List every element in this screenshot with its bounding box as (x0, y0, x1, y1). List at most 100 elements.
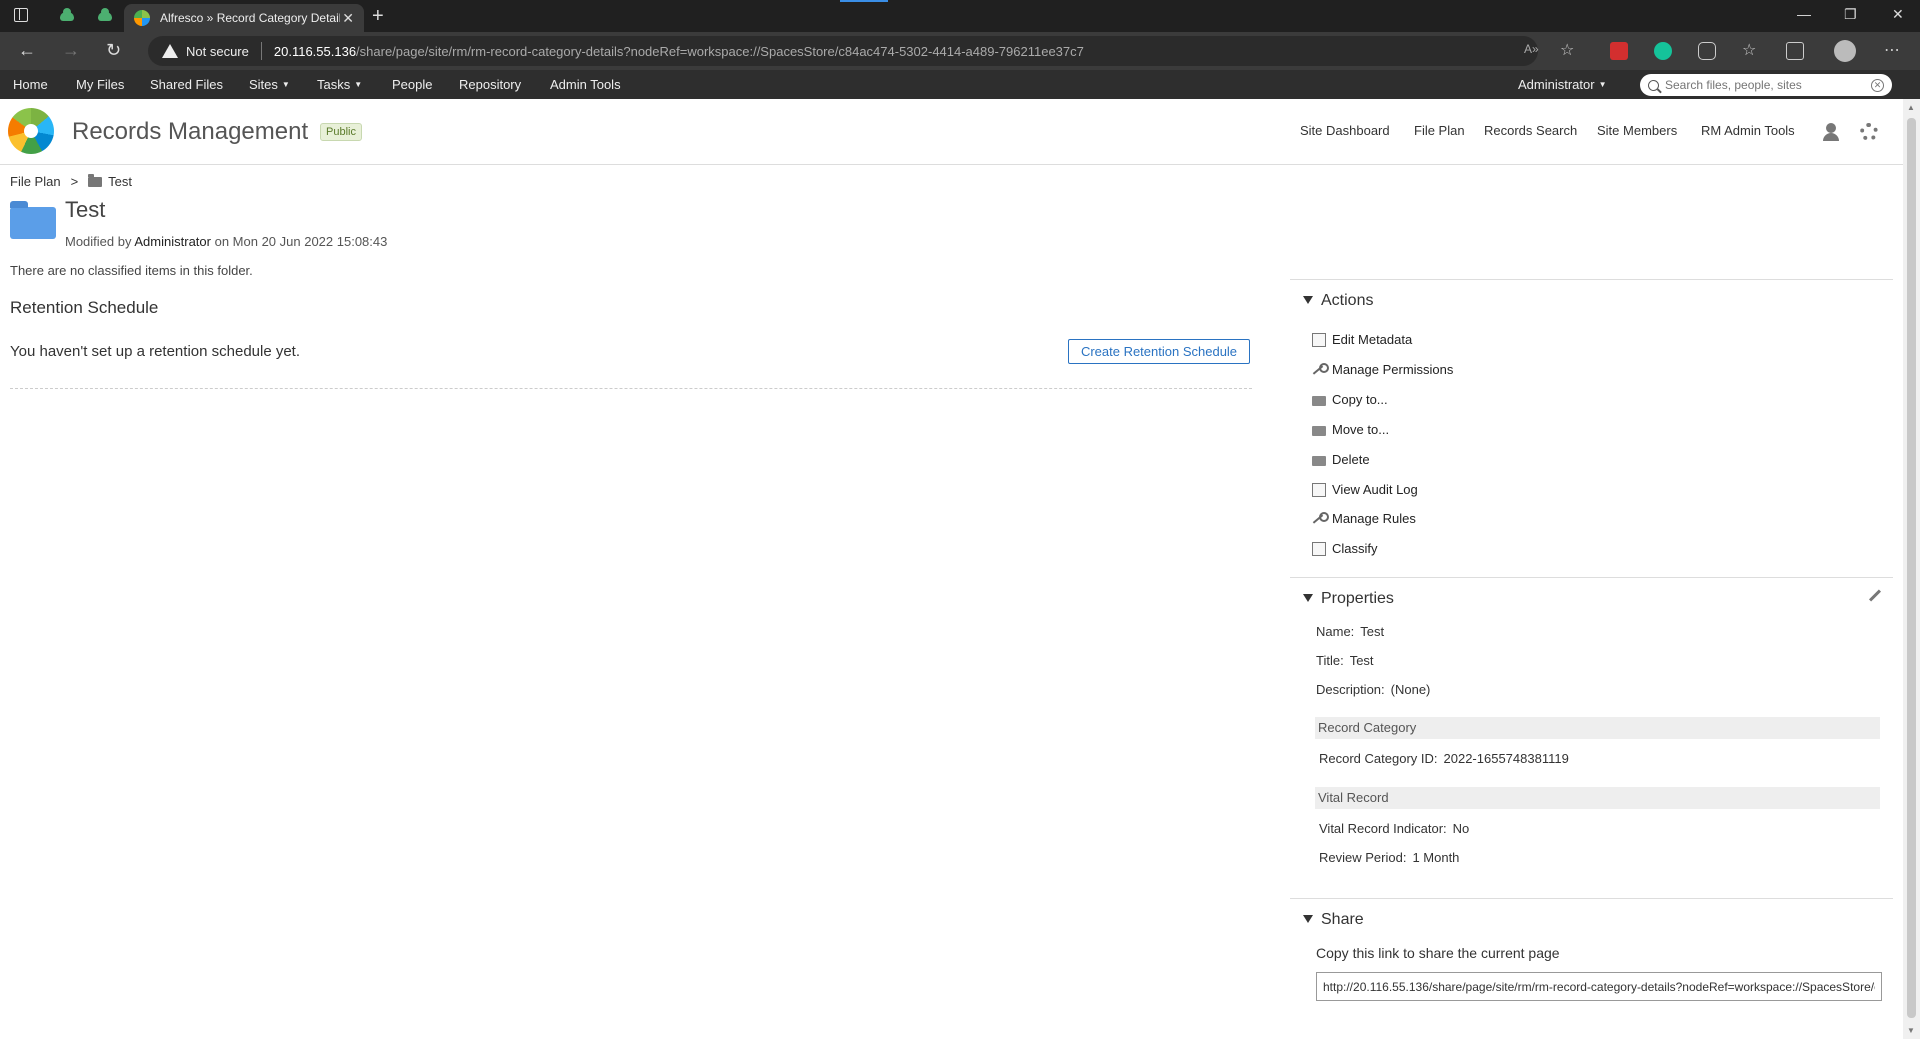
action-label: Delete (1332, 452, 1370, 467)
panel-divider (1290, 577, 1893, 578)
prop-value: Test (1360, 624, 1385, 639)
edit-metadata-icon (1312, 332, 1326, 347)
scroll-down-icon[interactable]: ▼ (1907, 1026, 1915, 1035)
profile-icon[interactable] (1834, 40, 1856, 62)
minimize-icon[interactable]: — (1797, 6, 1811, 22)
search-box[interactable]: ✕ (1640, 74, 1892, 96)
favorites-icon[interactable]: ☆ (1742, 40, 1756, 60)
grammarly-icon[interactable] (1654, 42, 1672, 60)
close-window-icon[interactable]: ✕ (1892, 6, 1904, 23)
create-retention-schedule-button[interactable]: Create Retention Schedule (1068, 339, 1250, 364)
search-input[interactable] (1665, 78, 1865, 92)
site-title[interactable]: Records Management (72, 118, 308, 146)
prop-review-period: Review Period: 1 Month (1319, 850, 1459, 865)
user-name: Administrator (1518, 77, 1595, 92)
action-move-to[interactable]: Move to... (1312, 422, 1389, 437)
action-copy-to[interactable]: Copy to... (1312, 392, 1388, 407)
url-bar[interactable]: Not secure 20.116.55.136 /share/page/sit… (148, 36, 1538, 66)
nav-my-files[interactable]: My Files (76, 70, 124, 99)
prop-label: Title: (1316, 653, 1344, 668)
retention-message: You haven't set up a retention schedule … (10, 343, 301, 360)
share-link-input[interactable] (1316, 972, 1882, 1001)
modified-by-link[interactable]: Administrator (134, 234, 211, 249)
prop-label: Record Category ID: (1319, 751, 1438, 766)
nav-shared-files[interactable]: Shared Files (150, 70, 223, 99)
refresh-icon[interactable]: ↻ (106, 40, 121, 60)
restore-icon[interactable]: ❐ (1844, 6, 1857, 23)
action-edit-metadata[interactable]: Edit Metadata (1312, 332, 1412, 347)
folder-icon (1312, 393, 1326, 407)
warning-icon (162, 44, 178, 58)
action-delete[interactable]: Delete (1312, 452, 1370, 467)
prop-record-category-id: Record Category ID: 2022-1655748381119 (1319, 751, 1569, 766)
folder-icon (88, 173, 103, 187)
action-manage-permissions[interactable]: Manage Permissions (1312, 362, 1453, 377)
breadcrumb-root[interactable]: File Plan (10, 174, 61, 189)
action-label: Edit Metadata (1332, 332, 1413, 347)
pinned-tab[interactable] (48, 4, 86, 28)
nav-tasks[interactable]: Tasks ▼ (317, 70, 362, 99)
caret-down-icon: ▼ (354, 80, 363, 89)
pinned-tab[interactable] (86, 4, 124, 28)
user-menu[interactable]: Administrator ▼ (1518, 70, 1607, 99)
alfresco-logo-icon[interactable] (8, 108, 54, 154)
menu-icon[interactable]: ⋯ (1884, 40, 1900, 60)
properties-heading[interactable]: Properties (1303, 590, 1394, 608)
audit-log-icon (1312, 482, 1326, 497)
back-icon[interactable]: ← (18, 40, 36, 60)
gear-icon[interactable] (1860, 123, 1878, 141)
edit-pencil-icon[interactable] (1868, 589, 1882, 602)
share-label: Copy this link to share the current page (1316, 945, 1560, 961)
url-host: 20.116.55.136 (273, 43, 357, 59)
tab-close-icon[interactable]: ✕ (342, 10, 354, 27)
breadcrumb-current[interactable]: Test (108, 174, 132, 189)
scroll-up-icon[interactable]: ▲ (1907, 103, 1915, 112)
active-tab[interactable]: Alfresco » Record Category Details ✕ (124, 4, 364, 32)
tab-indicator (840, 0, 888, 2)
actions-heading[interactable]: Actions (1303, 292, 1373, 310)
action-label: View Audit Log (1332, 482, 1418, 497)
site-nav-rm-admin-tools[interactable]: RM Admin Tools (1701, 123, 1795, 138)
nav-people[interactable]: People (392, 70, 432, 99)
site-nav-dashboard[interactable]: Site Dashboard (1300, 123, 1390, 138)
prop-title: Title: Test (1316, 653, 1374, 668)
prop-value: 1 Month (1412, 850, 1460, 865)
new-tab-button[interactable]: + (372, 4, 384, 28)
action-label: Copy to... (1332, 392, 1388, 407)
prop-name: Name: Test (1316, 624, 1384, 639)
favorite-add-icon[interactable]: ☆ (1560, 40, 1574, 60)
nav-repository[interactable]: Repository (459, 70, 521, 99)
forward-icon[interactable]: → (62, 40, 80, 60)
nav-sites[interactable]: Sites ▼ (249, 70, 290, 99)
tab-actions-icon[interactable] (14, 8, 28, 22)
alfresco-favicon-icon (134, 10, 150, 26)
folder-large-icon (10, 201, 56, 239)
address-bar-row: ← → ↻ Not secure 20.116.55.136 /share/pa… (0, 32, 1920, 70)
collections-icon[interactable] (1786, 42, 1804, 60)
prop-label: Vital Record Indicator: (1319, 821, 1447, 836)
scrollbar-thumb[interactable] (1907, 118, 1916, 1018)
folder-title: Test (65, 197, 106, 222)
site-nav-file-plan[interactable]: File Plan (1414, 123, 1465, 138)
not-secure-label[interactable]: Not secure (186, 44, 249, 59)
group-record-category: Record Category (1315, 717, 1880, 739)
action-view-audit-log[interactable]: View Audit Log (1312, 482, 1418, 497)
site-nav-members[interactable]: Site Members (1597, 123, 1677, 138)
cloud-icon (60, 7, 74, 21)
action-label: Manage Rules (1332, 511, 1416, 526)
clear-search-icon[interactable]: ✕ (1871, 78, 1884, 92)
action-manage-rules[interactable]: Manage Rules (1312, 511, 1416, 526)
action-classify[interactable]: Classify (1312, 541, 1378, 556)
nav-admin-tools[interactable]: Admin Tools (550, 70, 621, 99)
folder-icon (1312, 423, 1326, 437)
extensions-icon[interactable] (1698, 42, 1716, 60)
prop-description: Description: (None) (1316, 682, 1430, 697)
read-aloud-icon[interactable]: A» (1524, 42, 1539, 56)
nav-home[interactable]: Home (13, 70, 48, 99)
share-heading[interactable]: Share (1303, 911, 1364, 929)
extension-red-icon[interactable] (1610, 42, 1628, 60)
url-path: /share/page/site/rm/rm-record-category-d… (356, 43, 1084, 59)
site-header: Records Management Public Site Dashboard… (0, 99, 1903, 165)
invite-user-icon[interactable] (1822, 123, 1840, 141)
site-nav-records-search[interactable]: Records Search (1484, 123, 1577, 138)
